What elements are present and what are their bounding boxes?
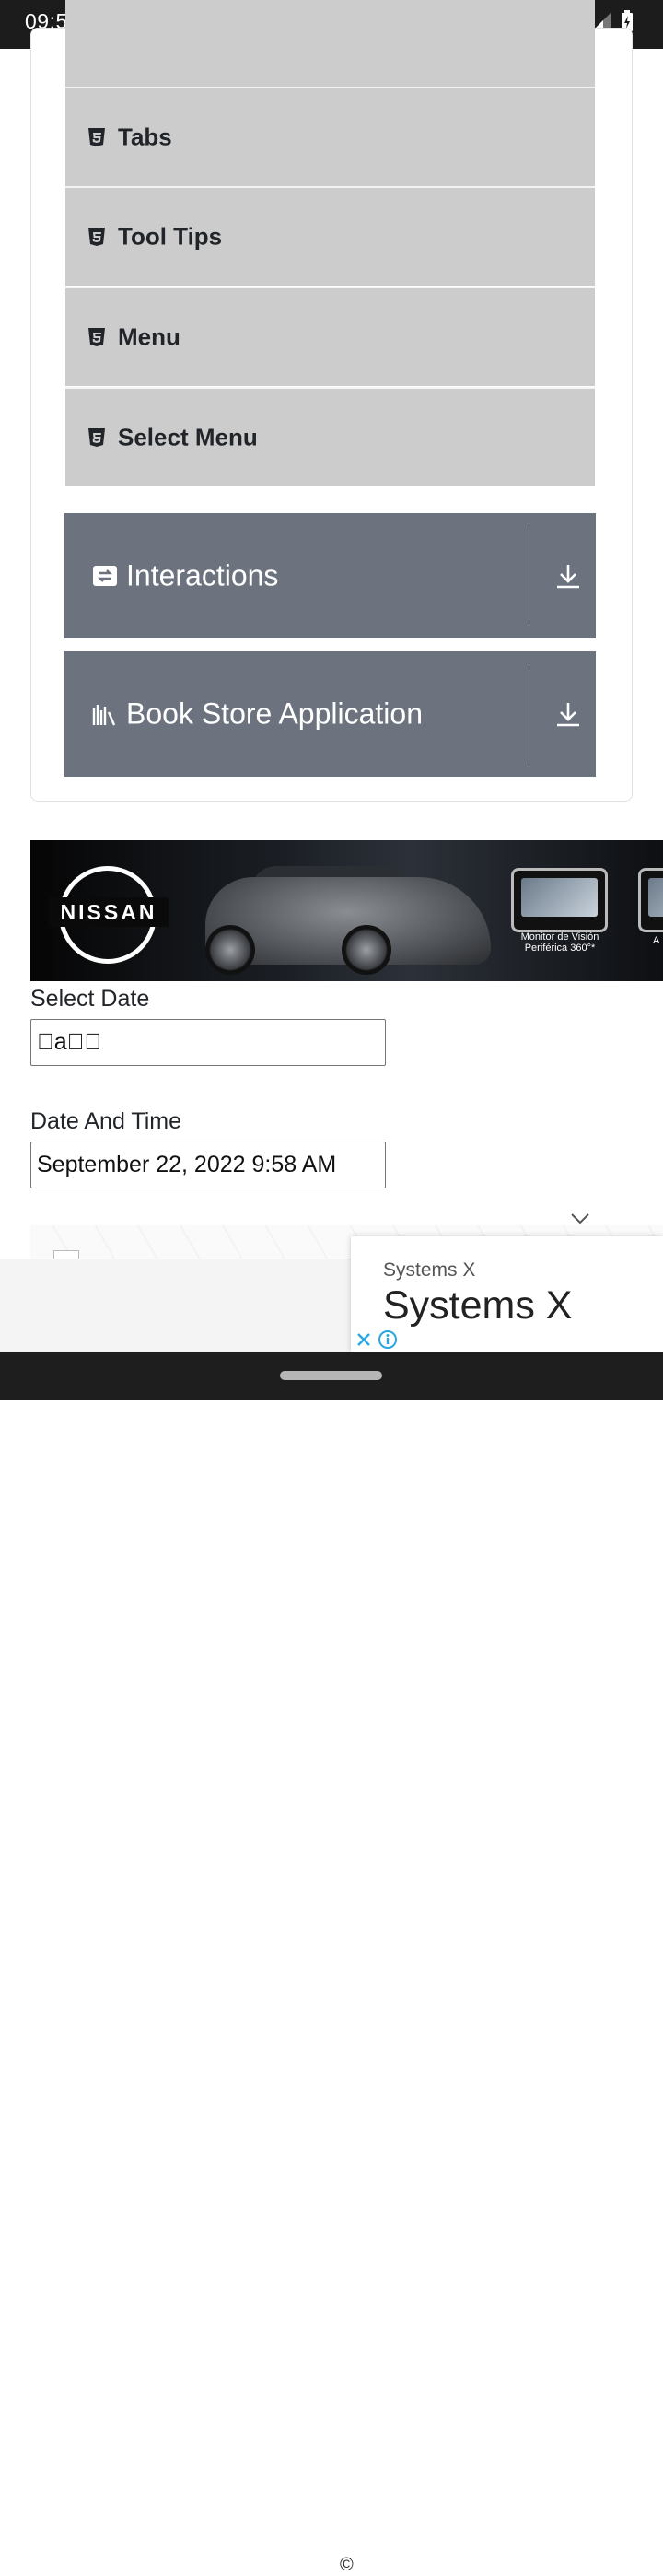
html5-icon	[88, 228, 105, 246]
nissan-logo-text: NISSAN	[49, 897, 169, 927]
select-date-label: Select Date	[30, 986, 150, 1012]
group-header-label: Book Store Application	[126, 697, 423, 731]
info-icon[interactable]	[378, 1329, 398, 1350]
infotainment-screen	[638, 868, 663, 932]
menu-item-menu[interactable]: Menu	[65, 288, 595, 386]
copyright-text: ©	[340, 2555, 354, 2575]
home-gesture-handle[interactable]	[280, 1371, 382, 1380]
download-icon[interactable]	[555, 700, 581, 728]
html5-icon	[88, 328, 105, 346]
date-and-time-label: Date And Time	[30, 1108, 181, 1134]
nissan-ad-banner[interactable]: NISSAN Monitor de Visión Periférica 360°…	[30, 840, 663, 981]
menu-item-previous-partial[interactable]	[65, 0, 595, 87]
close-icon[interactable]	[354, 1329, 374, 1350]
menu-item-label: Menu	[118, 322, 180, 351]
interactions-icon	[93, 566, 117, 586]
html5-icon	[88, 428, 105, 447]
menu-item-select-menu[interactable]: Select Menu	[65, 389, 595, 486]
navigation-bar	[0, 1352, 663, 1400]
menu-item-tool-tips[interactable]: Tool Tips	[65, 188, 595, 286]
infotainment-screen	[511, 868, 608, 932]
book-store-icon	[92, 705, 116, 726]
select-date-input[interactable]:  a  	[30, 1019, 386, 1066]
car-wheel	[342, 925, 391, 975]
menu-item-label: Tool Tips	[118, 222, 223, 251]
group-header-interactions[interactable]: Interactions	[64, 513, 596, 638]
download-icon[interactable]	[555, 562, 581, 590]
banner-caption: Monitor de Visión Periférica 360°*	[520, 931, 599, 954]
car-wheel	[205, 925, 255, 975]
date-and-time-input[interactable]: September 22, 2022 9:58 AM	[30, 1142, 386, 1188]
html5-icon	[88, 128, 105, 146]
ad-title: Systems X	[383, 1283, 573, 1328]
banner-caption-partial: A	[653, 935, 660, 946]
ad-subtitle: Systems X	[383, 1259, 476, 1281]
menu-item-label: Select Menu	[118, 423, 258, 451]
menu-item-label: Tabs	[118, 123, 172, 151]
group-header-book-store[interactable]: Book Store Application	[64, 651, 596, 777]
menu-item-tabs[interactable]: Tabs	[65, 88, 595, 186]
group-header-label: Interactions	[126, 558, 279, 592]
chevron-down-icon[interactable]	[570, 1212, 590, 1225]
